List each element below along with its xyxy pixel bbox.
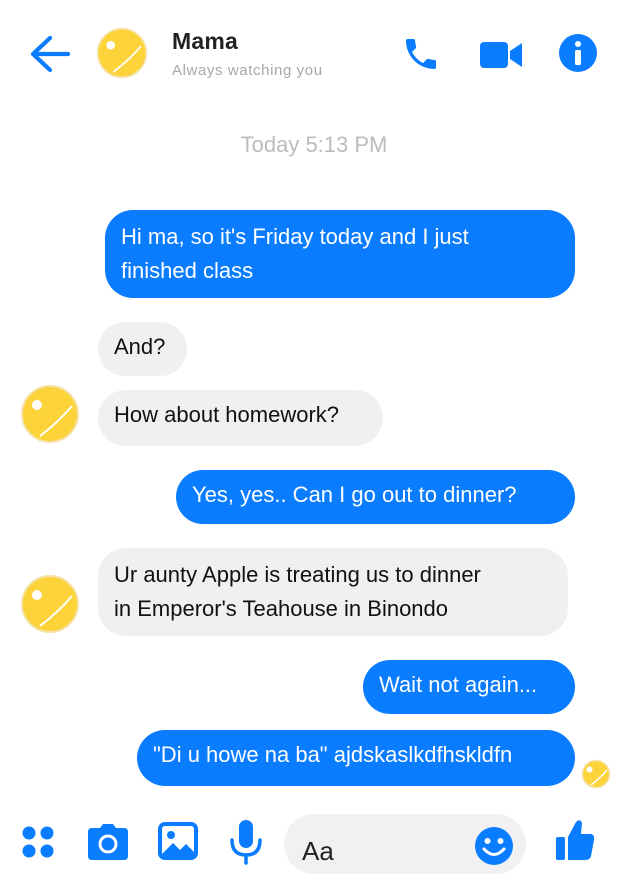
message-text: Yes, yes.. Can I go out to dinner? bbox=[192, 482, 517, 507]
back-arrow-icon bbox=[30, 35, 71, 73]
message-bubble-outgoing[interactable]: Yes, yes.. Can I go out to dinner? bbox=[176, 470, 575, 524]
message-text: "Di u howe na ba" ajdskaslkdfhskldfn bbox=[153, 742, 513, 767]
message-text: Wait not again... bbox=[379, 672, 538, 697]
message-bubble-outgoing[interactable]: "Di u howe na ba" ajdskaslkdfhskldfn bbox=[137, 730, 575, 786]
contact-avatar[interactable] bbox=[96, 27, 148, 79]
camera-icon bbox=[88, 824, 128, 860]
info-button[interactable] bbox=[558, 33, 598, 73]
message-bubble-incoming[interactable]: And? bbox=[98, 322, 187, 376]
emoji-icon bbox=[475, 827, 513, 865]
message-text: And? bbox=[114, 334, 166, 359]
chat-header: Mama Always watching you bbox=[0, 0, 628, 108]
video-camera-icon bbox=[480, 42, 522, 68]
message-composer: Aa bbox=[0, 808, 628, 890]
message-bubble-outgoing[interactable]: Hi ma, so it's Friday today and I just f… bbox=[105, 210, 575, 298]
sender-avatar[interactable] bbox=[20, 384, 80, 444]
voice-button[interactable] bbox=[228, 818, 264, 866]
camera-button[interactable] bbox=[86, 822, 130, 862]
conversation-timestamp: Today 5:13 PM bbox=[240, 132, 388, 157]
contact-name[interactable]: Mama bbox=[172, 28, 238, 55]
video-call-button[interactable] bbox=[478, 36, 524, 72]
message-bubble-incoming[interactable]: Ur aunty Apple is treating us to dinner … bbox=[98, 548, 568, 636]
message-text-line: Ur aunty Apple is treating us to dinner bbox=[114, 562, 481, 587]
seen-receipt-avatar bbox=[581, 759, 611, 789]
back-button[interactable] bbox=[28, 34, 72, 74]
message-text-line: in Emperor's Teahouse in Binondo bbox=[114, 596, 449, 621]
microphone-icon bbox=[230, 820, 262, 865]
sender-avatar[interactable] bbox=[20, 574, 80, 634]
message-input-placeholder: Aa bbox=[302, 836, 334, 866]
image-icon bbox=[158, 822, 198, 860]
call-button[interactable] bbox=[401, 34, 441, 74]
message-input[interactable]: Aa bbox=[284, 814, 526, 874]
thumbs-up-icon bbox=[556, 820, 595, 860]
message-text: How about homework? bbox=[114, 402, 340, 427]
gallery-button[interactable] bbox=[158, 822, 198, 860]
message-text-line: Hi ma, so it's Friday today and I just bbox=[121, 224, 469, 249]
message-text-line: finished class bbox=[121, 258, 254, 283]
message-bubble-outgoing[interactable]: Wait not again... bbox=[363, 660, 575, 714]
info-icon bbox=[559, 34, 597, 72]
phone-icon bbox=[406, 39, 436, 69]
apps-button[interactable] bbox=[20, 824, 56, 860]
apps-icon bbox=[22, 826, 54, 858]
like-button[interactable] bbox=[554, 818, 596, 862]
message-bubble-incoming[interactable]: How about homework? bbox=[98, 390, 383, 446]
contact-status: Always watching you bbox=[172, 62, 323, 79]
emoji-button[interactable] bbox=[474, 826, 514, 866]
